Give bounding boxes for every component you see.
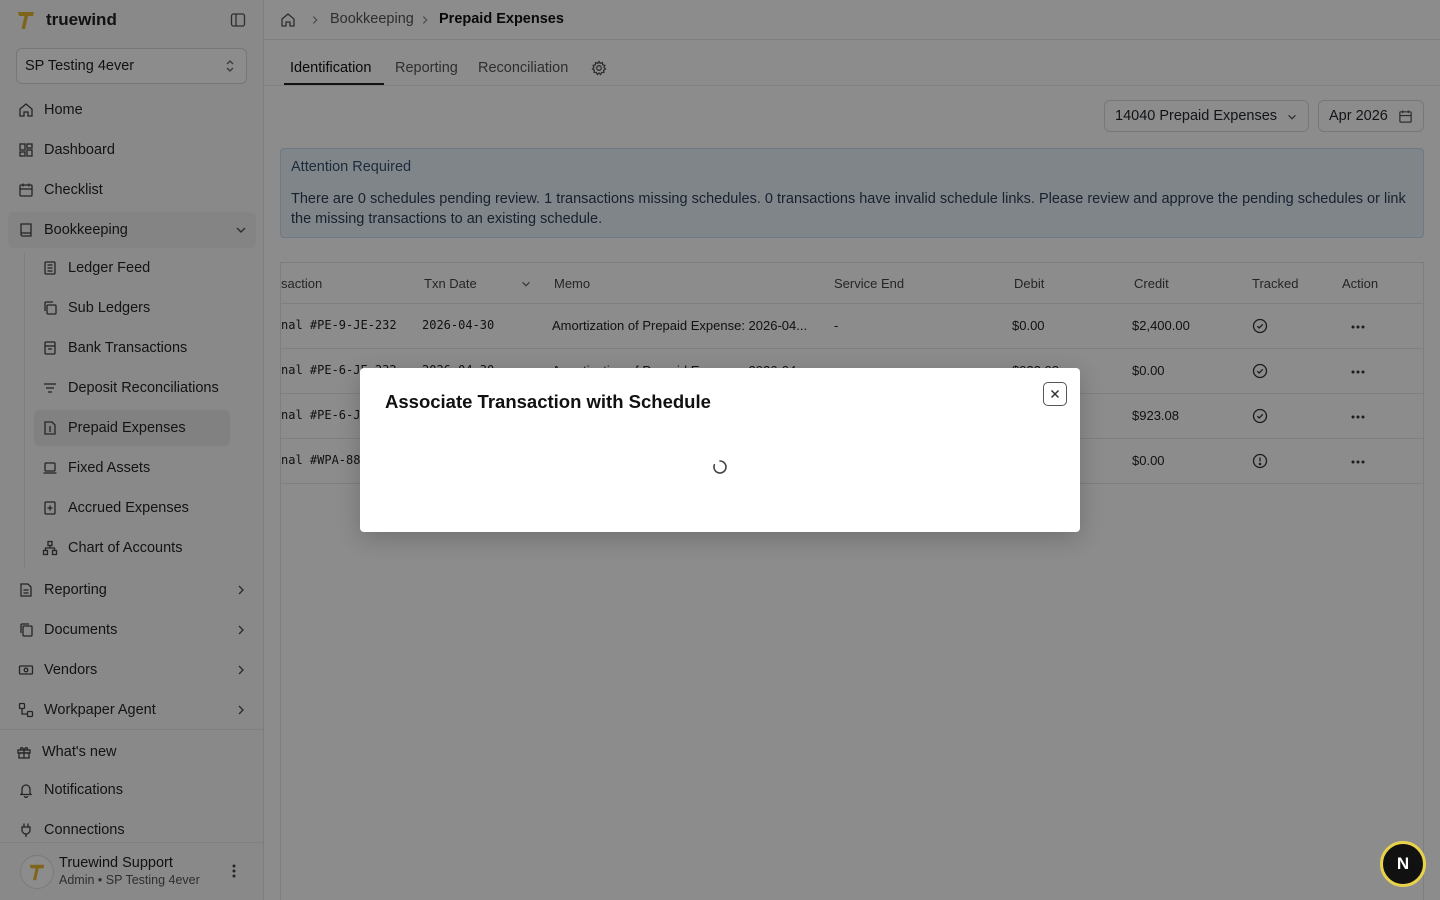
close-button[interactable] bbox=[1043, 382, 1067, 406]
loading-spinner-icon bbox=[713, 460, 727, 474]
dev-tools-badge[interactable]: N bbox=[1380, 841, 1426, 887]
badge-label: N bbox=[1396, 854, 1410, 873]
associate-schedule-dialog: Associate Transaction with Schedule bbox=[360, 368, 1080, 532]
dialog-title: Associate Transaction with Schedule bbox=[385, 391, 711, 412]
close-icon bbox=[1050, 389, 1060, 399]
